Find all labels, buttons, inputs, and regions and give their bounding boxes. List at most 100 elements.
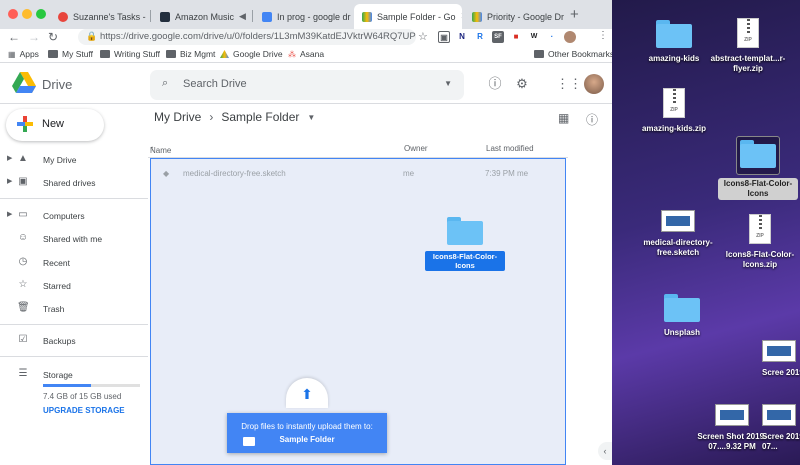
bookmark-google-drive[interactable]: Google Drive bbox=[220, 49, 283, 59]
desktop-item-sketch[interactable]: medical-directory-free.sketch bbox=[638, 210, 718, 258]
lock-icon: 🔒 bbox=[86, 31, 98, 41]
expand-arrow-icon[interactable]: ▶ bbox=[7, 154, 12, 162]
bookmark-asana[interactable]: ⁂ Asana bbox=[288, 49, 324, 59]
close-window-button[interactable] bbox=[8, 9, 18, 19]
desktop-item-zip[interactable]: ZIP Icons8-Flat-Color-Icons.zip bbox=[720, 214, 800, 270]
tab-suzannes-tasks[interactable]: Suzanne's Tasks - ... ✕ bbox=[50, 4, 148, 29]
divider bbox=[0, 356, 148, 357]
sidebar-item-my-drive[interactable]: ▶ ▲ My Drive bbox=[0, 150, 148, 170]
dragged-folder[interactable]: Icons8-Flat-Color-Icons bbox=[425, 217, 505, 271]
folder-icon bbox=[534, 50, 544, 58]
avatar[interactable] bbox=[584, 74, 604, 94]
desktop-item-screenshot[interactable]: Scree 2019-... bbox=[762, 340, 800, 378]
maximize-window-button[interactable] bbox=[36, 9, 46, 19]
profile-avatar-icon[interactable] bbox=[564, 31, 576, 43]
expand-arrow-icon[interactable]: ▶ bbox=[7, 210, 12, 218]
forward-arrow-icon[interactable]: → bbox=[28, 30, 40, 44]
search-input[interactable]: ⌕ Search Drive ▼ bbox=[150, 70, 464, 100]
chevron-down-icon[interactable]: ▼ bbox=[307, 113, 315, 122]
sidebar-item-backups[interactable]: ☑ Backups bbox=[0, 331, 148, 351]
extension-icon[interactable]: R bbox=[474, 31, 486, 43]
address-toolbar: ← → ↻ 🔒 https://drive.google.com/drive/u… bbox=[0, 29, 612, 47]
tab-sample-folder[interactable]: Sample Folder - Go ✕ bbox=[354, 4, 462, 29]
bookmark-apps[interactable]: ▦ Apps bbox=[8, 49, 39, 59]
apps-grid-icon[interactable]: ⋮⋮⋮ bbox=[556, 75, 595, 93]
desktop-item-folder-selected[interactable]: Icons8-Flat-Color-Icons bbox=[718, 136, 798, 200]
sidebar-item-shared-with-me[interactable]: ☺ Shared with me bbox=[0, 229, 148, 249]
chevron-left-icon[interactable]: ‹ bbox=[598, 442, 612, 460]
bookmark-other[interactable]: Other Bookmarks bbox=[534, 49, 612, 59]
main-content: My Drive › Sample Folder ▼ ▦ ⓘ Name ↑ Ow… bbox=[148, 105, 612, 465]
google-drive-icon bbox=[472, 11, 482, 22]
table-row[interactable]: ◆ medical-directory-free.sketch me 7:39 … bbox=[151, 163, 565, 187]
desktop: amazing-kids ZIP abstract-templat...r-fl… bbox=[612, 0, 800, 465]
close-tab-icon[interactable]: ✕ bbox=[461, 11, 462, 22]
column-name[interactable]: Name ↑ bbox=[150, 144, 171, 155]
folder-icon bbox=[740, 140, 776, 168]
grid-view-icon[interactable]: ▦ bbox=[558, 111, 569, 125]
expand-arrow-icon[interactable]: ▶ bbox=[7, 177, 12, 185]
sidebar-item-shared-drives[interactable]: ▶ ▣ Shared drives bbox=[0, 173, 148, 193]
drop-upload-banner: Drop files to instantly upload them to: … bbox=[227, 413, 387, 453]
zip-file-icon: ZIP bbox=[663, 88, 685, 118]
google-drive-logo[interactable] bbox=[12, 72, 36, 94]
extension-icon[interactable]: N bbox=[456, 31, 468, 43]
docs-icon bbox=[262, 11, 272, 22]
tab-priority[interactable]: Priority - Google Dr ✕ bbox=[464, 4, 564, 29]
bookmark-biz-mgmt[interactable]: Biz Mgmt bbox=[166, 49, 215, 59]
desktop-item-folder[interactable]: Unsplash bbox=[642, 294, 722, 338]
apps-grid-icon: ▦ bbox=[8, 49, 16, 59]
reload-icon[interactable]: ↻ bbox=[48, 30, 58, 44]
breadcrumb: My Drive › Sample Folder ▼ bbox=[154, 110, 315, 124]
folder-icon bbox=[656, 20, 692, 48]
extension-icon[interactable]: W bbox=[528, 31, 540, 43]
menu-kebab-icon[interactable]: ⋮ bbox=[598, 30, 608, 41]
new-button[interactable]: New bbox=[6, 109, 104, 141]
new-tab-button[interactable]: + bbox=[570, 6, 579, 23]
desktop-item-screenshot[interactable]: Screen Shot 2019-07....9.32 PM bbox=[692, 404, 772, 452]
sidebar-item-storage[interactable]: ☰ Storage bbox=[0, 365, 148, 385]
tab-amazon-music[interactable]: Amazon Music ◀ ✕ bbox=[152, 4, 250, 29]
column-last-modified[interactable]: Last modified bbox=[486, 144, 534, 153]
search-options-icon[interactable]: ▼ bbox=[444, 79, 452, 88]
minimize-window-button[interactable] bbox=[22, 9, 32, 19]
star-bookmark-icon[interactable]: ☆ bbox=[418, 30, 428, 43]
zip-file-icon: ZIP bbox=[749, 214, 771, 244]
search-icon[interactable]: ⌕ bbox=[162, 77, 168, 90]
extension-icon[interactable]: · bbox=[546, 31, 558, 43]
sidebar-item-trash[interactable]: 🗑 Trash bbox=[0, 299, 148, 319]
sidebar-item-starred[interactable]: ☆ Starred bbox=[0, 276, 148, 296]
divider bbox=[0, 324, 148, 325]
tab-in-prog[interactable]: In prog - google dr ✕ bbox=[254, 4, 352, 29]
browser-window: Suzanne's Tasks - ... ✕ Amazon Music ◀ ✕… bbox=[0, 0, 612, 465]
google-drive-icon bbox=[220, 50, 229, 58]
asana-icon bbox=[58, 11, 68, 22]
extension-icon[interactable]: SF bbox=[492, 31, 504, 43]
address-bar[interactable]: 🔒 https://drive.google.com/drive/u/0/fol… bbox=[78, 29, 416, 45]
desktop-item-zip[interactable]: ZIP amazing-kids.zip bbox=[634, 88, 714, 134]
chevron-right-icon: › bbox=[209, 110, 214, 124]
star-icon: ☆ bbox=[18, 279, 28, 290]
bookmark-my-stuff[interactable]: My Stuff bbox=[48, 49, 93, 59]
extension-icon[interactable]: ▣ bbox=[438, 31, 450, 43]
upload-dropzone[interactable]: ◆ medical-directory-free.sketch me 7:39 … bbox=[150, 158, 566, 465]
desktop-item-screenshot[interactable]: Scree 2019-07... bbox=[762, 404, 800, 452]
sidebar-item-recent[interactable]: ◷ Recent bbox=[0, 253, 148, 273]
back-arrow-icon[interactable]: ← bbox=[8, 30, 20, 44]
trash-icon: 🗑 bbox=[17, 302, 30, 313]
sketch-file-icon bbox=[661, 210, 695, 232]
sidebar-item-computers[interactable]: ▶ ▭ Computers bbox=[0, 206, 148, 226]
desktop-item-folder[interactable]: amazing-kids bbox=[634, 20, 714, 64]
info-icon[interactable]: ⓘ bbox=[586, 111, 598, 128]
gear-icon[interactable]: ⚙ bbox=[513, 75, 531, 93]
bookmark-writing-stuff[interactable]: Writing Stuff bbox=[100, 49, 160, 59]
help-icon[interactable]: ⓘ bbox=[486, 75, 504, 93]
speaker-icon: ◀ bbox=[239, 11, 246, 21]
extension-icon[interactable]: ■ bbox=[510, 31, 522, 43]
upgrade-storage-link[interactable]: UPGRADE STORAGE bbox=[43, 406, 125, 415]
breadcrumb-current-folder[interactable]: Sample Folder bbox=[221, 110, 299, 124]
breadcrumb-my-drive[interactable]: My Drive bbox=[154, 110, 201, 124]
asana-icon: ⁂ bbox=[288, 49, 296, 59]
desktop-item-zip[interactable]: ZIP abstract-templat...r-flyer.zip bbox=[708, 18, 788, 74]
google-drive-icon bbox=[362, 11, 372, 22]
